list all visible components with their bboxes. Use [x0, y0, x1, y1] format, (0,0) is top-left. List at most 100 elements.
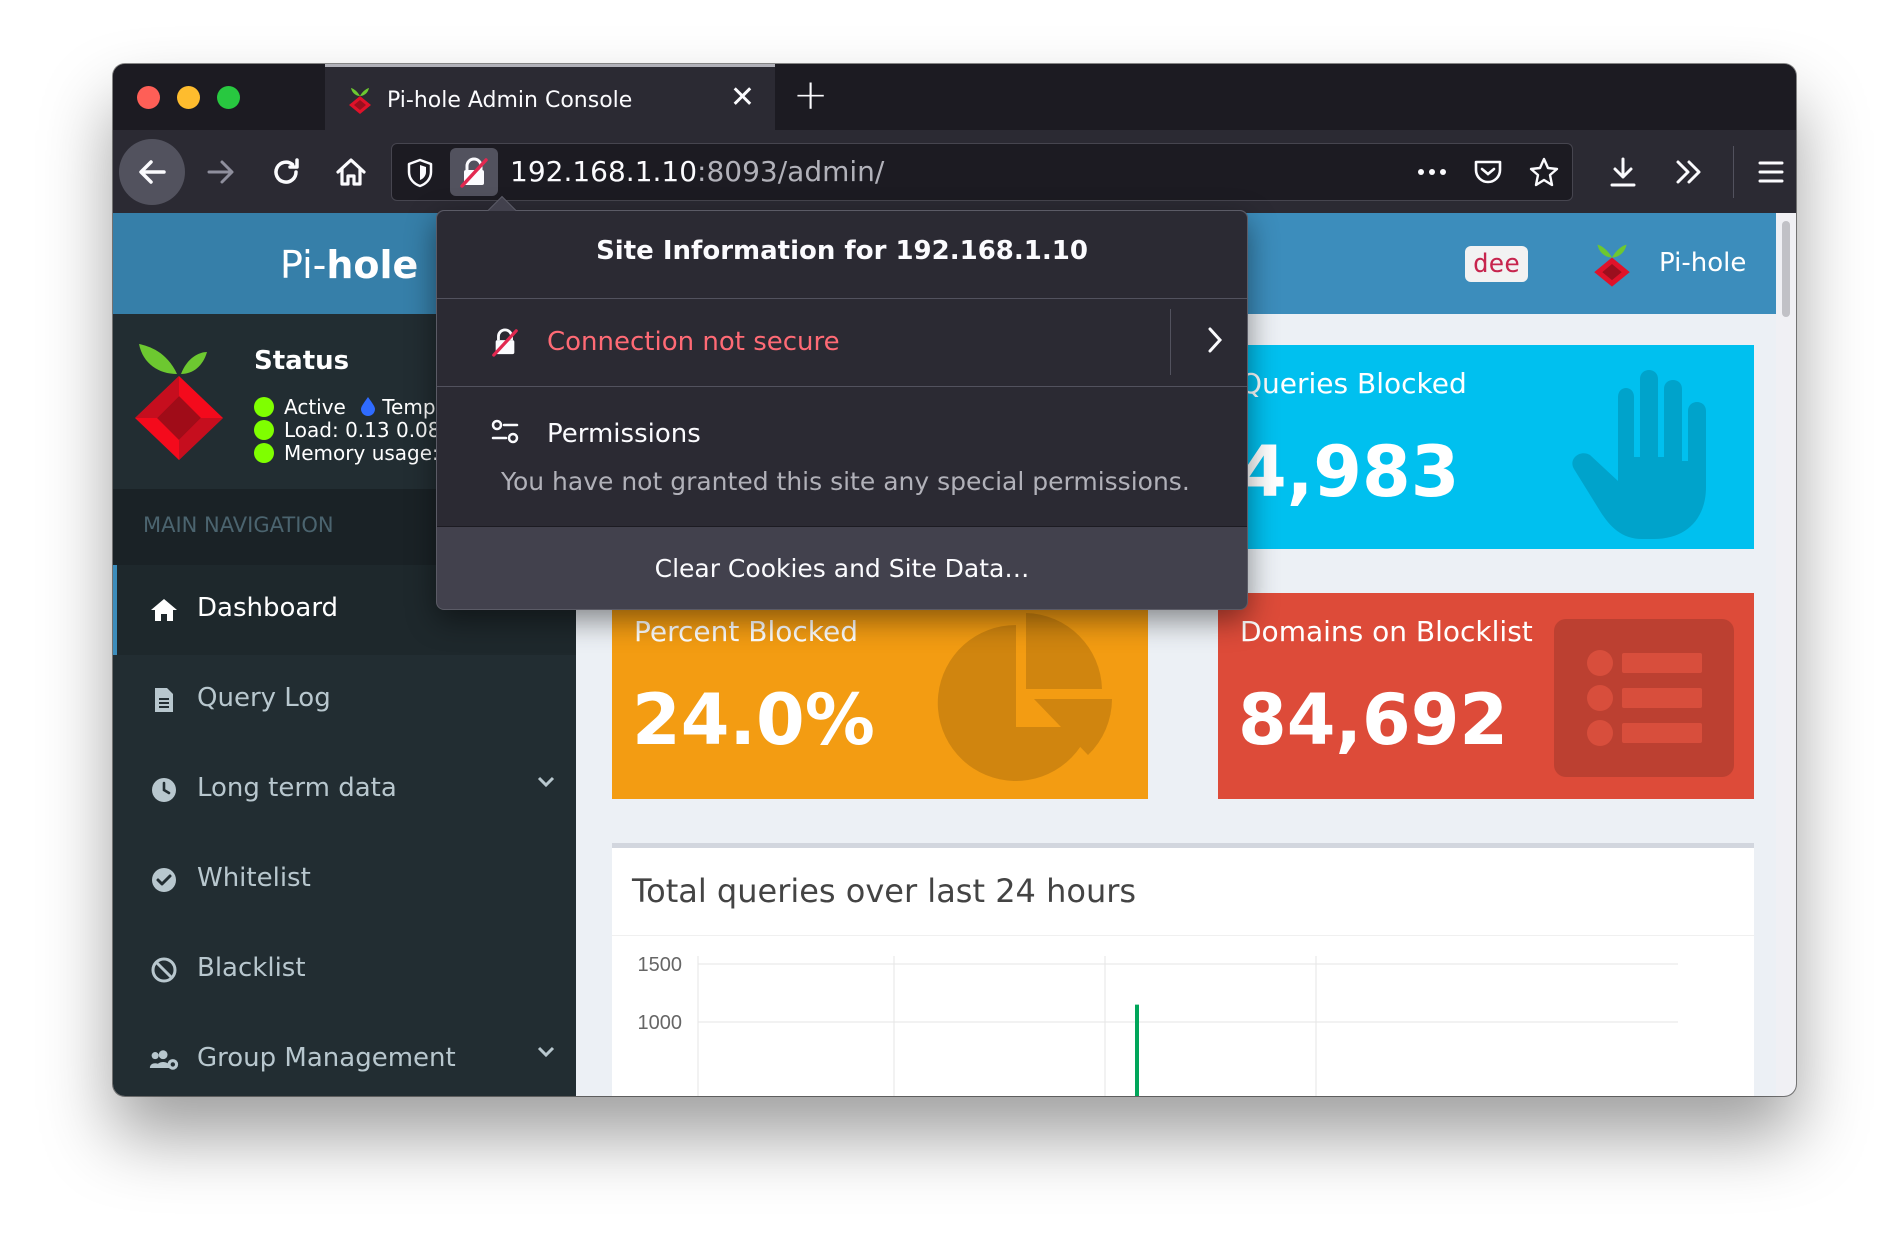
url-host: 192.168.1.10 — [510, 155, 698, 188]
y-tick-label: 1500 — [638, 954, 683, 976]
status-load: Load: 0.13 0.08 — [284, 418, 441, 442]
status-memory-line: Memory usage: — [254, 441, 439, 465]
domains-blocklist-label: Domains on Blocklist — [1240, 615, 1533, 648]
y-tick-label: 1000 — [638, 1012, 683, 1034]
close-window-button[interactable] — [137, 86, 160, 109]
tab-strip: Pi-hole Admin Console ✕ + — [113, 64, 1796, 130]
list-icon — [1554, 619, 1734, 777]
pocket-icon — [1474, 160, 1502, 184]
page-scrollbar[interactable] — [1776, 213, 1796, 1096]
sidebar-item-label: Group Management — [197, 1043, 456, 1073]
permissions-sliders-icon — [491, 419, 519, 444]
clear-cookies-label: Clear Cookies and Site Data… — [654, 554, 1030, 583]
permissions-section: Permissions You have not granted this si… — [437, 387, 1247, 527]
file-icon — [149, 685, 179, 715]
tracking-protection-shield-icon[interactable] — [406, 158, 434, 188]
queries-blocked-label: Queries Blocked — [1240, 367, 1467, 400]
address-bar-actions — [1404, 144, 1572, 200]
arrow-left-icon — [139, 160, 166, 184]
more-dots-icon — [1418, 169, 1446, 175]
reload-icon — [274, 158, 299, 184]
memory-dot-icon — [254, 443, 274, 463]
connection-security-row[interactable]: Connection not secure — [437, 299, 1247, 387]
status-temp: Temp — [382, 395, 436, 419]
logo-bold: hole — [326, 243, 419, 287]
minimize-window-button[interactable] — [177, 86, 200, 109]
hostname-badge: dee — [1465, 246, 1528, 282]
status-title: Status — [254, 346, 350, 376]
check-circle-icon — [149, 865, 179, 895]
sidebar-item-label: Blacklist — [197, 953, 306, 983]
ban-icon — [149, 955, 179, 985]
status-memory: Memory usage: — [284, 441, 439, 465]
app-menu-button[interactable] — [1743, 144, 1796, 200]
overflow-menu-button[interactable] — [1661, 144, 1717, 200]
reload-button[interactable] — [258, 144, 314, 200]
close-tab-icon[interactable]: ✕ — [730, 81, 755, 115]
chevron-right-icon[interactable] — [1205, 325, 1225, 355]
pihole-user-icon[interactable] — [1591, 239, 1633, 289]
sidebar-item-label: Dashboard — [197, 593, 339, 623]
sidebar-item-group-management[interactable]: Group Management — [113, 1015, 576, 1096]
site-identity-button[interactable] — [450, 148, 498, 196]
status-load-line: Load: 0.13 0.08 — [254, 418, 441, 442]
new-tab-button[interactable]: + — [793, 72, 828, 118]
chevron-down-icon — [537, 776, 555, 788]
active-dot-icon — [254, 397, 274, 417]
queries-chart-box: Total queries over last 24 hours 1500 100… — [612, 843, 1754, 1096]
url-path: :8093/admin/ — [697, 155, 885, 188]
hamburger-menu-icon — [1758, 161, 1784, 183]
home-button[interactable] — [323, 144, 379, 200]
queries-blocked-value: 4,983 — [1238, 431, 1460, 513]
connection-not-secure-text: Connection not secure — [547, 327, 840, 357]
percent-blocked-box[interactable]: Percent Blocked 24.0% — [612, 593, 1148, 799]
pihole-logo-icon — [135, 344, 223, 460]
domains-blocklist-box[interactable]: Domains on Blocklist 84,692 — [1218, 593, 1754, 799]
zoom-window-button[interactable] — [217, 86, 240, 109]
site-info-title: Site Information for 192.168.1.10 — [596, 236, 1088, 266]
pie-chart-icon — [937, 613, 1112, 781]
sidebar-item-label: Query Log — [197, 683, 331, 713]
sidebar-item-query-log[interactable]: Query Log — [113, 655, 576, 745]
clear-cookies-button[interactable]: Clear Cookies and Site Data… — [437, 527, 1247, 611]
queries-blocked-box[interactable]: Queries Blocked 4,983 — [1218, 345, 1754, 549]
browser-window: Pi-hole Admin Console ✕ + 192.168.1.10:8… — [113, 64, 1796, 1096]
toolbar-divider — [1733, 146, 1734, 198]
hand-icon — [1572, 370, 1706, 539]
domains-blocklist-value: 84,692 — [1238, 679, 1509, 761]
percent-blocked-value: 24.0% — [632, 679, 875, 761]
home-icon — [149, 595, 179, 625]
sidebar-item-long-term-data[interactable]: Long term data — [113, 745, 576, 835]
logo-prefix: Pi- — [280, 243, 327, 287]
insecure-lock-icon — [492, 328, 518, 357]
page-actions-button[interactable] — [1404, 168, 1460, 176]
load-dot-icon — [254, 420, 274, 440]
arrow-right-icon — [207, 160, 234, 184]
chart-title: Total queries over last 24 hours — [632, 872, 1137, 910]
sidebar-item-label: Whitelist — [197, 863, 311, 893]
address-bar[interactable]: 192.168.1.10:8093/admin/ — [391, 143, 1573, 201]
downloads-button[interactable] — [1595, 144, 1651, 200]
user-menu-name[interactable]: Pi-hole — [1659, 248, 1746, 278]
forward-button[interactable] — [193, 144, 249, 200]
percent-blocked-label: Percent Blocked — [634, 615, 858, 648]
tab-pihole-admin[interactable]: Pi-hole Admin Console ✕ — [325, 64, 775, 130]
connection-row-divider — [1170, 309, 1171, 375]
back-button[interactable] — [119, 139, 185, 205]
permissions-title: Permissions — [547, 419, 701, 449]
sidebar-item-label: Long term data — [197, 773, 397, 803]
sidebar-item-blacklist[interactable]: Blacklist — [113, 925, 576, 1015]
insecure-lock-icon — [460, 157, 488, 188]
queries-over-time-chart[interactable]: 1500 1000 — [612, 936, 1754, 1096]
chevron-double-right-icon — [1676, 160, 1701, 184]
bookmark-star-button[interactable] — [1516, 157, 1572, 187]
pihole-logo-text: Pi-hole — [280, 243, 418, 287]
navigation-toolbar: 192.168.1.10:8093/admin/ — [113, 130, 1796, 213]
pocket-button[interactable] — [1460, 158, 1516, 186]
chevron-down-icon — [537, 1046, 555, 1058]
status-active-line: Active Temp — [254, 395, 436, 419]
url-text[interactable]: 192.168.1.10:8093/admin/ — [510, 155, 884, 188]
scrollbar-thumb[interactable] — [1782, 221, 1790, 317]
sidebar-item-whitelist[interactable]: Whitelist — [113, 835, 576, 925]
clock-icon — [149, 775, 179, 805]
